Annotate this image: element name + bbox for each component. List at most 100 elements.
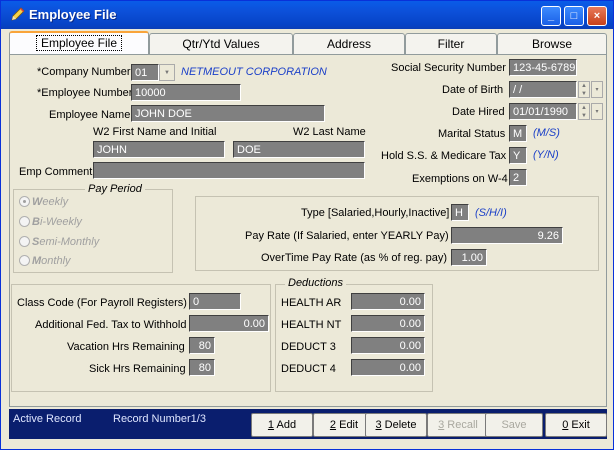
edit-button-label: Edit — [336, 419, 359, 431]
pay-rate-label: Pay Rate (If Salaried, enter YEARLY Pay) — [245, 230, 449, 242]
employee-number-label: *Employee Number — [37, 87, 133, 99]
w2-first-name-label: W2 First Name and Initial — [93, 126, 217, 138]
employee-name-label: Employee Name — [49, 109, 131, 121]
radio-unselected-icon — [19, 216, 30, 227]
date-hired-field[interactable]: 01/01/1990 — [509, 103, 577, 120]
radio-selected-icon — [19, 196, 30, 207]
additional-fed-tax-label: Additional Fed. Tax to Withhold — [35, 319, 187, 331]
vacation-hrs-label: Vacation Hrs Remaining — [67, 341, 185, 353]
hold-ss-medicare-field[interactable]: Y — [509, 147, 527, 164]
chevron-down-icon: ▼ — [164, 70, 170, 76]
radio-semi-monthly-label: emi-Monthly — [39, 236, 100, 248]
tab-employee-file[interactable]: Employee File — [9, 31, 149, 55]
down-arrow-icon: ▼ — [581, 91, 587, 97]
radio-semi-monthly[interactable]: Semi-Monthly — [19, 236, 99, 248]
w2-last-name-label: W2 Last Name — [293, 126, 366, 138]
radio-monthly[interactable]: Monthly — [19, 255, 71, 267]
minimize-button[interactable]: _ — [541, 6, 561, 26]
radio-weekly[interactable]: Weekly — [19, 196, 68, 208]
date-of-birth-field[interactable]: / / — [509, 81, 577, 98]
deduction-field[interactable]: 0.00 — [351, 337, 425, 354]
recall-button[interactable]: 3 Recall — [427, 413, 489, 437]
pay-type-label: Type [Salaried,Hourly,Inactive] — [301, 207, 450, 219]
sick-hrs-label: Sick Hrs Remaining — [89, 363, 186, 375]
deduction-field[interactable]: 0.00 — [351, 359, 425, 376]
emp-comment-label: Emp Comment — [19, 166, 93, 178]
pencil-icon — [11, 7, 25, 21]
class-code-field[interactable]: 0 — [189, 293, 241, 310]
hold-ss-medicare-hint: (Y/N) — [533, 149, 559, 161]
w2-last-name-field[interactable]: DOE — [233, 141, 365, 158]
ssn-field[interactable]: 123-45-6789 — [509, 59, 577, 76]
company-dropdown-button[interactable]: ▼ — [159, 64, 175, 81]
radio-monthly-label: onthly — [41, 255, 71, 267]
hold-ss-medicare-label: Hold S.S. & Medicare Tax — [381, 150, 507, 162]
deduction-label: HEALTH NT — [281, 319, 342, 331]
additional-fed-tax-field[interactable]: 0.00 — [189, 315, 269, 332]
tab-address[interactable]: Address — [293, 33, 405, 55]
vacation-hrs-field[interactable]: 80 — [189, 337, 215, 354]
marital-status-hint: (M/S) — [533, 127, 560, 139]
deduction-label: HEALTH AR — [281, 297, 342, 309]
class-code-label: Class Code (For Payroll Registers) — [17, 297, 187, 309]
tab-strip: Employee File Qtr/Ytd Values Address Fil… — [9, 31, 609, 55]
employee-name-field[interactable]: JOHN DOE — [131, 105, 325, 122]
record-number-status: Record Number1/3 — [113, 413, 206, 425]
exit-button[interactable]: 0 Exit — [545, 413, 607, 437]
window-title: Employee File — [29, 7, 117, 22]
exemptions-field[interactable]: 2 — [509, 169, 527, 186]
date-of-birth-spinner[interactable]: ▲ ▼ — [578, 81, 590, 98]
tab-qtr-ytd-values[interactable]: Qtr/Ytd Values — [149, 33, 293, 55]
date-hired-dropdown[interactable]: ▾ — [591, 103, 603, 120]
recall-button-label: Recall — [444, 419, 478, 431]
sick-hrs-field[interactable]: 80 — [189, 359, 215, 376]
date-hired-label: Date Hired — [452, 106, 505, 118]
title-bar: Employee File _ □ × — [1, 1, 613, 29]
radio-unselected-icon — [19, 236, 30, 247]
add-button[interactable]: 1 Add — [251, 413, 313, 437]
add-button-label: Add — [274, 419, 297, 431]
date-of-birth-label: Date of Birth — [442, 84, 504, 96]
deduction-field[interactable]: 0.00 — [351, 293, 425, 310]
emp-comment-field[interactable] — [93, 162, 365, 179]
company-name: NETMEOUT CORPORATION — [181, 66, 327, 78]
company-number-label: *Company Number — [37, 66, 131, 78]
marital-status-label: Marital Status — [438, 128, 506, 140]
company-number-field[interactable]: 01 — [131, 64, 159, 81]
pay-rate-field[interactable]: 9.26 — [451, 227, 563, 244]
date-of-birth-dropdown[interactable]: ▾ — [591, 81, 603, 98]
up-arrow-icon: ▲ — [581, 105, 587, 111]
pay-type-field[interactable]: H — [451, 204, 469, 221]
deductions-title: Deductions — [285, 277, 347, 289]
date-hired-spinner[interactable]: ▲ ▼ — [578, 103, 590, 120]
marital-status-field[interactable]: M — [509, 125, 527, 142]
radio-weekly-key: W — [32, 196, 43, 208]
maximize-button[interactable]: □ — [564, 6, 584, 26]
radio-unselected-icon — [19, 255, 30, 266]
radio-weekly-label: eekly — [42, 196, 69, 208]
chevron-down-icon: ▾ — [595, 87, 599, 93]
pay-period-title: Pay Period — [85, 183, 145, 195]
save-button[interactable]: Save — [485, 413, 543, 437]
close-button[interactable]: × — [587, 6, 607, 26]
ssn-label: Social Security Number — [391, 62, 506, 74]
radio-monthly-key: M — [32, 255, 42, 267]
radio-bi-weekly-key: B — [32, 216, 40, 228]
employee-number-field[interactable]: 10000 — [131, 84, 241, 101]
radio-bi-weekly[interactable]: Bi-Weekly — [19, 216, 82, 228]
exit-button-label: Exit — [568, 419, 590, 431]
tab-filter[interactable]: Filter — [405, 33, 497, 55]
chevron-down-icon: ▾ — [595, 109, 599, 115]
deduction-label: DEDUCT 3 — [281, 341, 336, 353]
delete-button[interactable]: 3 Delete — [365, 413, 427, 437]
pay-type-hint: (S/H/I) — [475, 207, 507, 219]
active-record-status: Active Record — [13, 413, 82, 425]
deduction-field[interactable]: 0.00 — [351, 315, 425, 332]
down-arrow-icon: ▼ — [581, 113, 587, 119]
overtime-rate-field[interactable]: 1.00 — [451, 249, 487, 266]
tab-browse[interactable]: Browse — [497, 33, 607, 55]
up-arrow-icon: ▲ — [581, 83, 587, 89]
overtime-rate-label: OverTime Pay Rate (as % of reg. pay) — [261, 252, 448, 264]
tab-employee-file-label: Employee File — [35, 35, 123, 51]
w2-first-name-field[interactable]: JOHN — [93, 141, 225, 158]
